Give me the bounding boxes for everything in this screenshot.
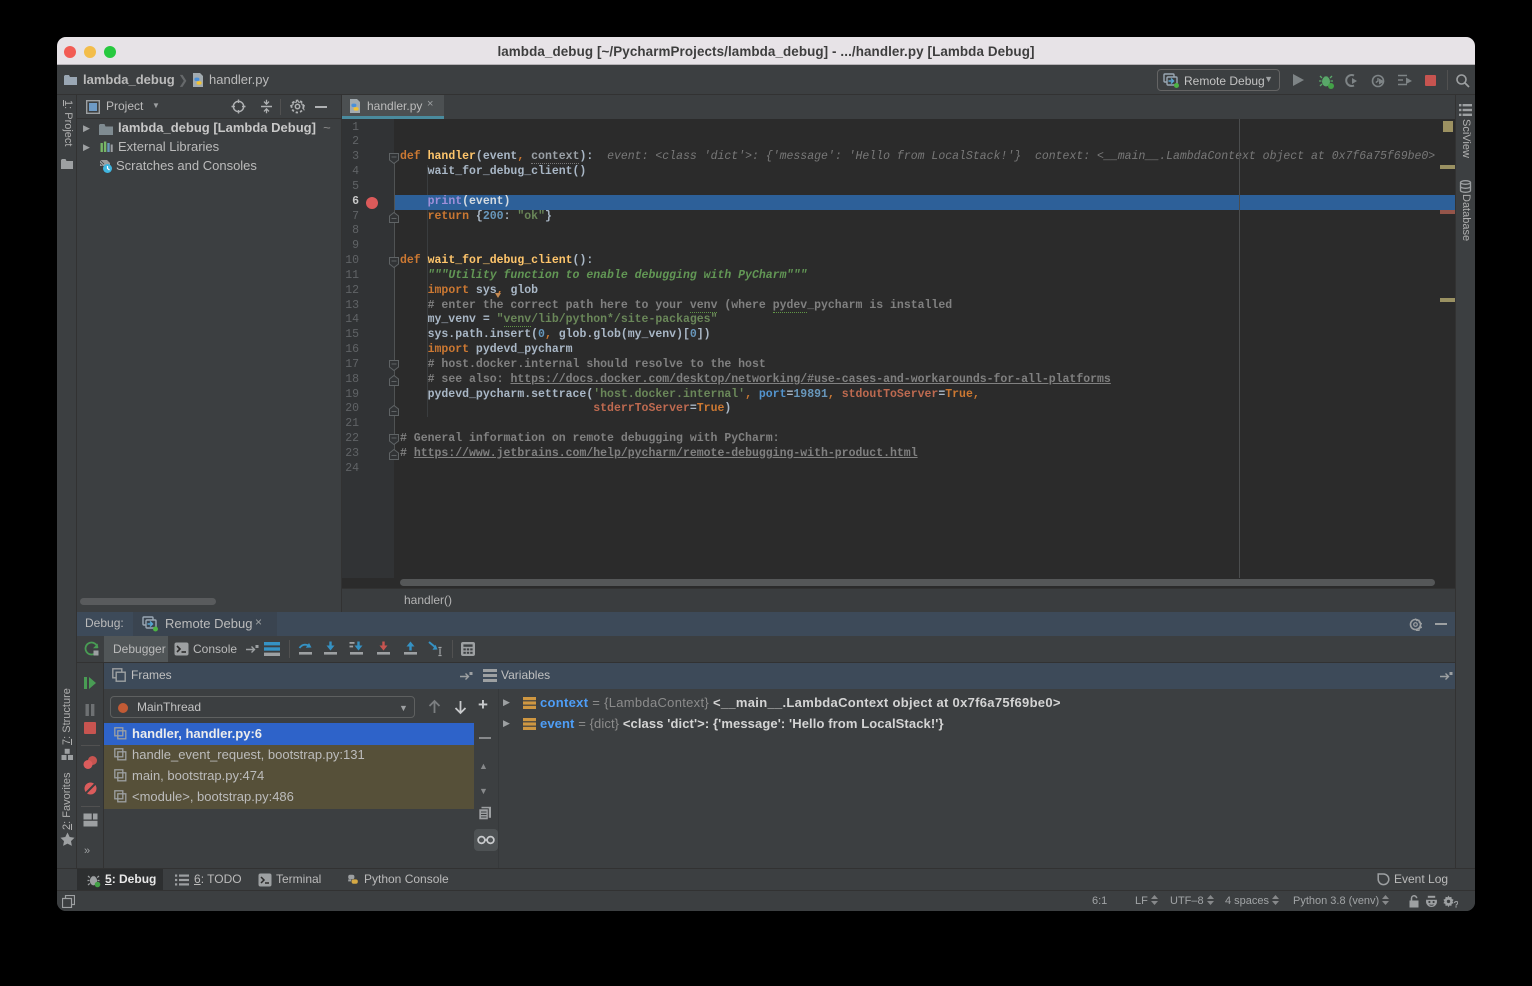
svg-text:?: ? [1454, 900, 1459, 909]
